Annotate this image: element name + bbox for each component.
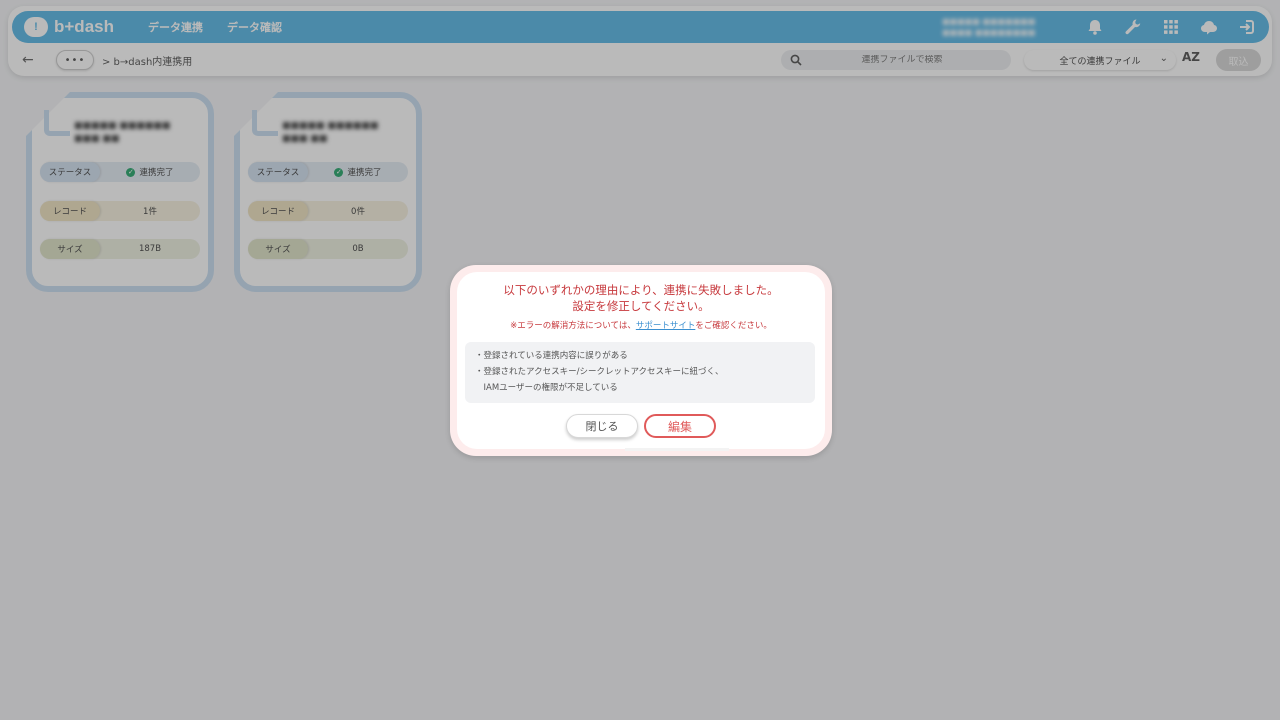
error-title-line2: 設定を修正してください。 <box>572 299 710 313</box>
support-site-link[interactable]: サポートサイト <box>636 321 696 331</box>
reason-item: ・登録されたアクセスキー/シークレットアクセスキーに紐づく、 <box>475 367 724 377</box>
reason-list: ・登録されている連携内容に誤りがある ・登録されたアクセスキー/シークレットアク… <box>465 342 815 403</box>
divider <box>625 448 729 451</box>
error-dialog-body: 以下のいずれかの理由により、連携に失敗しました。 設定を修正してください。 ※エ… <box>457 272 825 451</box>
error-dialog: 以下のいずれかの理由により、連携に失敗しました。 設定を修正してください。 ※エ… <box>450 265 832 456</box>
error-note-prefix: ※エラーの解消方法については、 <box>510 321 636 331</box>
reason-item: ・登録されている連携内容に誤りがある <box>475 351 628 361</box>
close-button[interactable]: 閉じる <box>566 414 638 438</box>
dialog-actions: 閉じる 編集 <box>457 414 825 438</box>
reason-item: IAMユーザーの権限が不足している <box>475 383 618 393</box>
app-root: ! b+dash データ連携 データ確認 ■■■■■ ■■■■■■■ ■■■■ … <box>0 0 1280 720</box>
error-title: 以下のいずれかの理由により、連携に失敗しました。 設定を修正してください。 <box>457 282 825 314</box>
error-note-suffix: をご確認ください。 <box>695 321 772 331</box>
error-title-line1: 以下のいずれかの理由により、連携に失敗しました。 <box>503 283 779 297</box>
error-note: ※エラーの解消方法については、サポートサイトをご確認ください。 <box>457 319 825 331</box>
edit-button[interactable]: 編集 <box>644 414 716 438</box>
